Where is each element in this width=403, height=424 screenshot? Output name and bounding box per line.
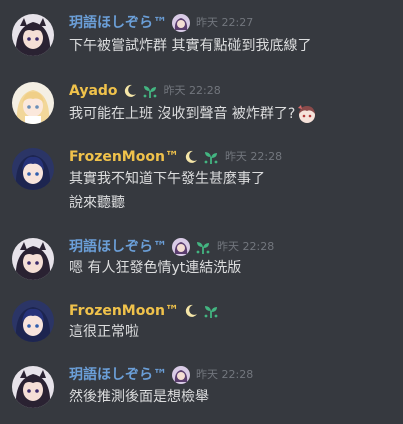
message-header: 玥語ほしぞら™ 昨天 22:27	[69, 14, 253, 32]
anime-avatar-badge-icon	[172, 238, 190, 256]
avatar-frozenmoon[interactable]	[12, 300, 54, 342]
sprout-icon	[142, 83, 158, 99]
crescent-moon-icon	[184, 304, 198, 318]
author-name[interactable]: 玥語ほしぞら™	[69, 14, 167, 32]
anime-face-emoji-icon[interactable]	[297, 104, 317, 124]
avatar-ayado[interactable]	[12, 82, 54, 124]
anime-avatar-badge-icon	[172, 14, 190, 32]
avatar-yueyu[interactable]	[12, 238, 54, 280]
sprout-icon	[203, 303, 219, 319]
avatar-yueyu[interactable]	[12, 14, 54, 56]
author-name[interactable]: 玥語ほしぞら™	[69, 366, 167, 384]
message-text-row: 我可能在上班 沒收到聲音 被炸群了?	[69, 104, 317, 124]
message-text: 嗯 有人狂發色情yt連結洗版	[69, 260, 242, 276]
message-header: 玥語ほしぞら™ 昨天 22:28	[69, 366, 253, 384]
message-header: FrozenMoon™	[69, 302, 219, 320]
timestamp: 昨天 22:28	[196, 368, 254, 381]
chat-message-list: 玥語ほしぞら™ 昨天 22:27 下午被嘗試炸群 其實有點碰到我底線了 Ayad…	[0, 0, 403, 424]
timestamp: 昨天 22:27	[196, 16, 254, 29]
anime-avatar-badge-icon	[172, 366, 190, 384]
crescent-moon-icon	[184, 150, 198, 164]
message-text: 下午被嘗試炸群 其實有點碰到我底線了	[69, 38, 312, 54]
author-name[interactable]: FrozenMoon™	[69, 302, 179, 320]
sprout-icon	[203, 149, 219, 165]
timestamp: 昨天 22:28	[163, 84, 221, 97]
author-name[interactable]: FrozenMoon™	[69, 148, 179, 166]
message-text: 然後推測後面是想檢舉	[69, 389, 209, 405]
message-header: FrozenMoon™ 昨天 22:28	[69, 148, 282, 166]
message-text: 這很正常啦	[69, 324, 139, 340]
message-header: Ayado 昨天 22:28	[69, 82, 221, 100]
author-name[interactable]: Ayado	[69, 82, 118, 100]
timestamp: 昨天 22:28	[224, 150, 283, 163]
avatar-yueyu[interactable]	[12, 366, 54, 408]
message-text: 我可能在上班 沒收到聲音 被炸群了?	[69, 106, 296, 122]
message-text: 其實我不知道下午發生甚麼事了	[69, 171, 265, 187]
avatar-frozenmoon[interactable]	[12, 148, 54, 190]
timestamp: 昨天 22:28	[217, 240, 275, 253]
message-text: 說來聽聽	[69, 195, 125, 211]
crescent-moon-icon	[123, 84, 137, 98]
sprout-icon	[195, 239, 211, 255]
message-header: 玥語ほしぞら™ 昨天 22:28	[69, 238, 274, 256]
author-name[interactable]: 玥語ほしぞら™	[69, 238, 167, 256]
